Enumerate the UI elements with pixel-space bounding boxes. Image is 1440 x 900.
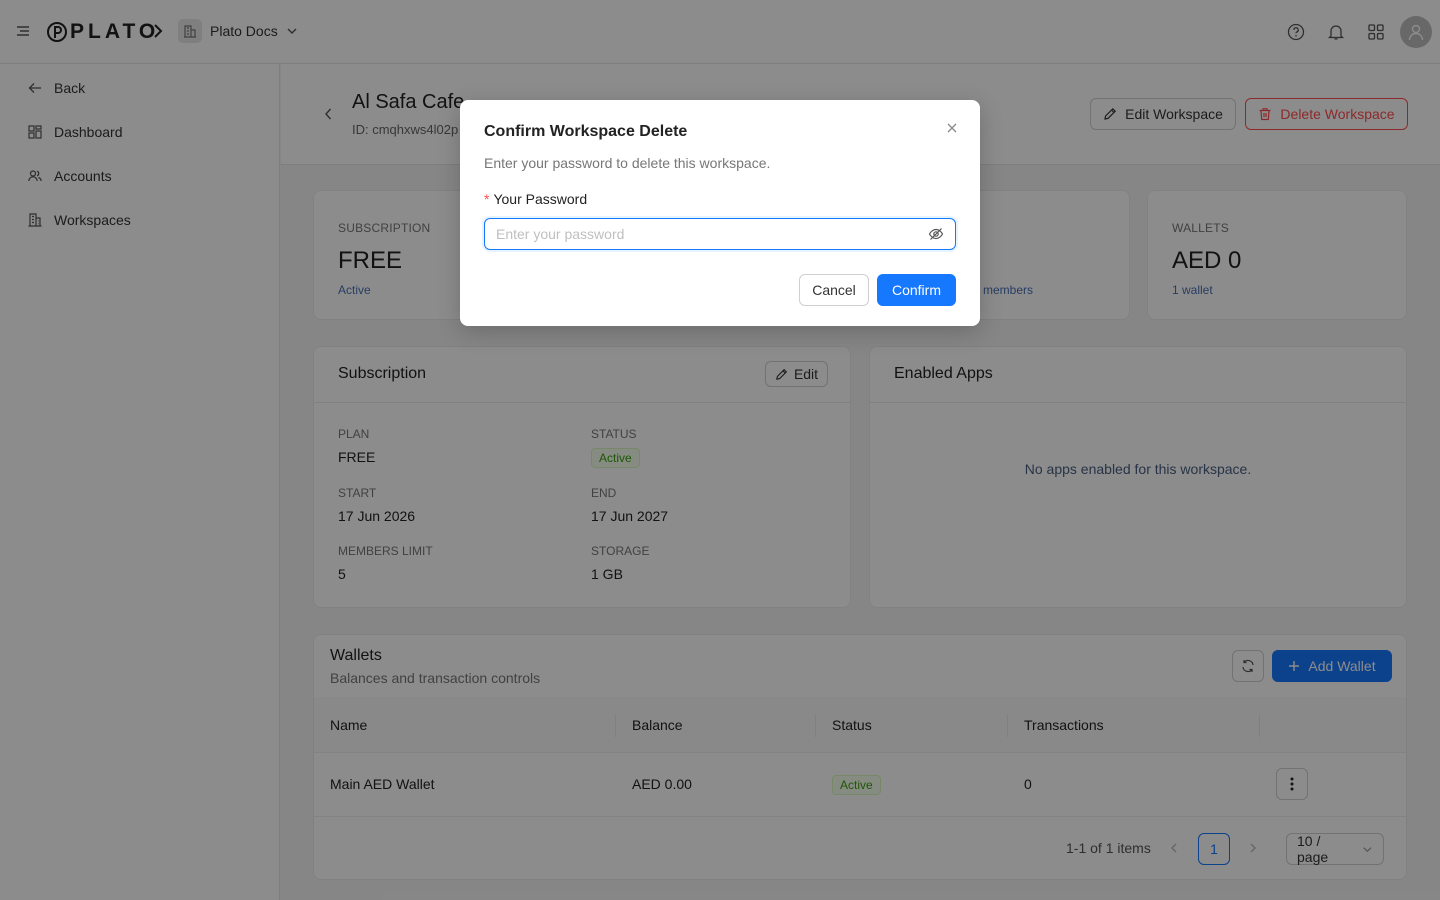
- confirm-delete-modal: Confirm Workspace Delete Enter your pass…: [460, 100, 980, 326]
- required-mark: *: [484, 191, 490, 207]
- modal-title: Confirm Workspace Delete: [484, 123, 688, 140]
- confirm-label: Confirm: [891, 282, 941, 298]
- modal-description: Enter your password to delete this works…: [484, 155, 771, 171]
- cancel-label: Cancel: [812, 282, 856, 298]
- confirm-button[interactable]: Confirm: [877, 274, 956, 306]
- close-icon[interactable]: [944, 120, 960, 136]
- password-field[interactable]: [484, 218, 956, 250]
- password-label: * Your Password: [484, 191, 587, 207]
- password-label-text: Your Password: [493, 191, 588, 207]
- eye-invisible-icon[interactable]: [928, 226, 944, 242]
- cancel-button[interactable]: Cancel: [799, 274, 869, 306]
- password-input[interactable]: [496, 226, 928, 242]
